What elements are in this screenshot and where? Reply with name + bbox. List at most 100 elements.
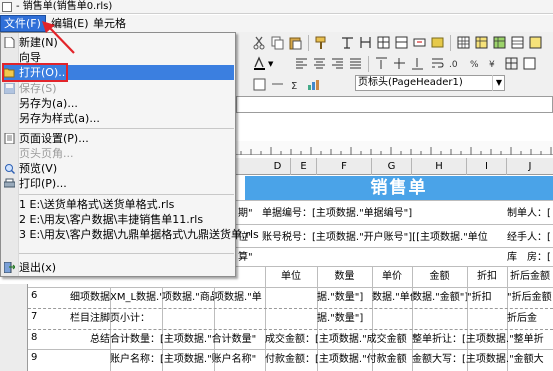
section-divider: [28, 308, 553, 309]
svg-text:Σ: Σ: [291, 81, 297, 92]
insert-col-icon[interactable]: [358, 35, 373, 50]
column-header[interactable]: E: [291, 158, 317, 175]
app-icon: [2, 2, 12, 12]
menu-separator: [19, 194, 234, 195]
font-color-icon[interactable]: [252, 56, 267, 71]
table-cell[interactable]: 账户名称：[主项数据."账户名称": [110, 353, 265, 367]
valign-bottom-icon[interactable]: [410, 56, 425, 71]
valign-top-icon[interactable]: [374, 56, 389, 71]
recent-file-item[interactable]: 3 E:\用友\客户数据\九鼎单据格式\九鼎送货单.rls: [19, 227, 259, 242]
table-cell[interactable]: 数据."单价: [372, 291, 412, 305]
column-header[interactable]: F: [317, 158, 372, 175]
table-cell[interactable]: 据."数量"]: [317, 291, 372, 305]
delete-row-icon[interactable]: [412, 35, 427, 50]
table-cell[interactable]: "折后金额: [507, 291, 553, 305]
image-icon[interactable]: [430, 35, 445, 50]
align-right-icon[interactable]: [330, 56, 345, 71]
justify-icon[interactable]: [348, 56, 363, 71]
table-cell[interactable]: 项数据."单: [214, 291, 265, 305]
exit-icon: [4, 262, 15, 273]
row-number[interactable]: 6: [31, 290, 37, 301]
insert-row-icon[interactable]: [340, 35, 355, 50]
row-number[interactable]: 8: [31, 332, 37, 343]
table-style-icon[interactable]: [510, 35, 525, 50]
align-center-icon[interactable]: [312, 56, 327, 71]
table-border-icon[interactable]: [528, 35, 543, 50]
table-cell[interactable]: 整单折让：[主项数据."整单折: [412, 333, 553, 347]
fill-color-icon[interactable]: [522, 56, 537, 71]
column-header[interactable]: J: [507, 158, 553, 175]
valign-middle-icon[interactable]: [392, 56, 407, 71]
menu-item-save-as[interactable]: 另存为(a)...: [19, 96, 78, 111]
header-cell: 算": [238, 252, 253, 263]
cut-icon[interactable]: [252, 35, 267, 50]
toolbar-format: ▼ .0 % ¥: [236, 54, 553, 74]
table-cell[interactable]: "折扣: [467, 291, 507, 305]
format-icon[interactable]: [252, 77, 267, 92]
shrink-icon[interactable]: [270, 77, 285, 92]
column-header[interactable]: D: [265, 158, 291, 175]
grid-line: [236, 247, 553, 248]
table-cell[interactable]: 付款金额：[主项数据."付款金额: [265, 353, 412, 367]
table-cell[interactable]: 金额大写：[主项数据."金额大: [412, 353, 553, 367]
table-cell[interactable]: XM_Lir: [110, 291, 136, 305]
table-cell[interactable]: 折后金: [507, 312, 553, 326]
header-cell: 经手人：[: [507, 232, 551, 243]
column-header[interactable]: I: [467, 158, 507, 175]
table-yellow-icon[interactable]: [474, 35, 489, 50]
table-green-icon[interactable]: [492, 35, 507, 50]
copy-icon[interactable]: [270, 35, 285, 50]
open-callout-box: [2, 63, 68, 82]
formula-input[interactable]: [236, 96, 553, 113]
table-cell[interactable]: 页小计：: [110, 312, 162, 326]
sum-icon[interactable]: Σ: [288, 77, 303, 92]
ruler: [236, 141, 553, 155]
split-cells-icon[interactable]: [394, 35, 409, 50]
chevron-down-icon[interactable]: ▼: [492, 75, 505, 91]
table-header: 数量: [334, 271, 355, 282]
currency-icon[interactable]: ¥: [486, 56, 501, 71]
percent-icon[interactable]: %: [468, 56, 483, 71]
table-cell[interactable]: 项数据."商品名: [162, 291, 214, 305]
table-header: 折扣: [477, 271, 497, 282]
header-cell: 单据编号：[主项数据."单据编号"]: [262, 208, 413, 219]
border-icon[interactable]: [504, 56, 519, 71]
chart-icon[interactable]: [306, 77, 321, 92]
grid-icon[interactable]: [456, 35, 471, 50]
table-cell[interactable]: 合计数量：[主项数据."合计数量": [110, 333, 265, 347]
table-cell[interactable]: 数据."商品: [136, 291, 162, 305]
number-format-icon[interactable]: .0: [448, 56, 463, 71]
grid-line: [0, 287, 553, 288]
menu-item-save-as-style[interactable]: 另存为样式(a)...: [19, 111, 100, 126]
menu-cell[interactable]: 单元格: [90, 16, 129, 31]
svg-text:%: %: [470, 60, 479, 70]
table-cell[interactable]: 数据."金额"]: [412, 291, 467, 305]
header-cell: 制单人：[: [507, 208, 551, 219]
menu-bar: 文件(F) 编辑(E) 单元格: [0, 15, 553, 32]
row-header-column: [0, 284, 28, 371]
ruler-ticks: [240, 147, 552, 155]
wrap-text-icon[interactable]: [430, 56, 445, 71]
recent-file-item[interactable]: 1 E:\送货单格式\送货单格式.rls: [19, 197, 174, 212]
table-cell[interactable]: 成交金额：[主项数据."成交金额: [265, 333, 412, 347]
row-label: 总结: [90, 334, 110, 345]
page-header-select[interactable]: 页标头(PageHeader1): [355, 75, 505, 91]
column-header[interactable]: H: [412, 158, 467, 175]
column-header[interactable]: G: [372, 158, 412, 175]
menu-item-print[interactable]: 打印(P)...: [19, 176, 67, 191]
format-painter-icon[interactable]: [314, 35, 329, 50]
recent-file-item[interactable]: 2 E:\用友\客户数据\丰捷销售单11.rls: [19, 212, 203, 227]
menu-item-preview[interactable]: 预览(V): [19, 161, 57, 176]
table-cell[interactable]: 据."数量"]: [317, 312, 372, 326]
row-number[interactable]: 9: [31, 352, 37, 363]
align-left-icon[interactable]: [294, 56, 309, 71]
menu-item-exit[interactable]: 退出(x): [19, 260, 56, 275]
grid-line: [236, 200, 553, 201]
paste-icon[interactable]: [288, 35, 303, 50]
header-cell: 账号税号：[主项数据."开户账号"][[主项数据."单位: [262, 232, 488, 243]
section-divider: [28, 329, 553, 330]
merge-cells-icon[interactable]: [376, 35, 391, 50]
chevron-down-icon[interactable]: ▼: [268, 60, 273, 68]
menu-item-page-setup[interactable]: 页面设置(P)...: [19, 131, 89, 146]
row-number[interactable]: 7: [31, 311, 37, 322]
